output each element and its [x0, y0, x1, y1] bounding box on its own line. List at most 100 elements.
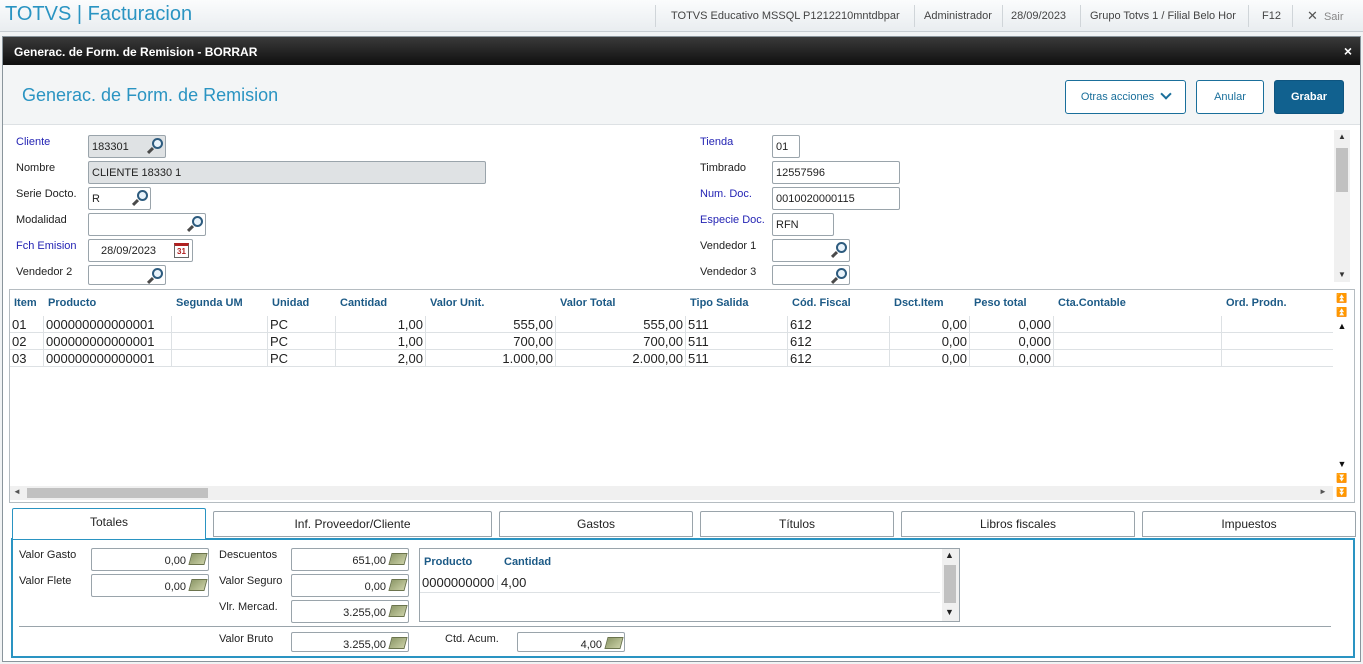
cell-peso-total[interactable]: 0,000 [970, 316, 1054, 333]
column-header[interactable]: Cta.Contable [1058, 297, 1126, 309]
column-header[interactable]: Producto [424, 556, 472, 568]
cell-cantidad[interactable]: 2,00 [336, 350, 426, 367]
branch-label[interactable]: Grupo Totvs 1 / Filial Belo Hor [1090, 9, 1236, 23]
grid-hscrollbar[interactable]: ◄ ► [10, 486, 1333, 500]
num-doc-field[interactable]: 0010020000115 [772, 187, 900, 210]
scroll-right-icon[interactable]: ► [1319, 487, 1327, 496]
scroll-up-icon[interactable]: ▲ [1336, 320, 1348, 332]
vlr-mercad-field[interactable]: 3.255,00 [291, 600, 409, 623]
search-icon[interactable] [146, 267, 164, 285]
scroll-down-icon[interactable]: ▼ [945, 607, 954, 617]
cell-cta-contable[interactable] [1054, 316, 1222, 333]
cell-cta-contable[interactable] [1054, 350, 1222, 367]
save-button[interactable]: Grabar [1274, 80, 1344, 114]
search-icon[interactable] [186, 215, 204, 233]
tab-inf-proveedor-cliente[interactable]: Inf. Proveedor/Cliente [213, 511, 492, 537]
cell-cod-fiscal[interactable]: 612 [788, 350, 890, 367]
cell-ord-prodn[interactable] [1222, 350, 1333, 367]
cell-tipo-salida[interactable]: 511 [686, 316, 788, 333]
column-header[interactable]: Valor Unit. [430, 297, 484, 309]
cell-dsct-item[interactable]: 0,00 [890, 316, 970, 333]
valor-bruto-field[interactable]: 3.255,00 [291, 632, 409, 652]
tienda-field[interactable]: 01 [772, 135, 800, 158]
cell-cantidad[interactable]: 1,00 [336, 316, 426, 333]
cell-valor-unit[interactable]: 700,00 [426, 333, 556, 350]
column-header[interactable]: Cantidad [340, 297, 387, 309]
cell-tipo-salida[interactable]: 511 [686, 333, 788, 350]
scroll-down-icon[interactable]: ▼ [1338, 270, 1346, 279]
scroll-down-icon[interactable]: ▼ [1336, 458, 1348, 470]
tab-titulos[interactable]: Títulos [700, 511, 894, 537]
cell-item[interactable]: 02 [10, 333, 44, 350]
ctd-acum-field[interactable]: 4,00 [517, 632, 625, 652]
search-icon[interactable] [830, 267, 848, 285]
cell-cantidad[interactable]: 4,00 [501, 575, 526, 590]
cell-segunda-um[interactable] [172, 316, 268, 333]
cell-valor-unit[interactable]: 555,00 [426, 316, 556, 333]
search-icon[interactable] [146, 137, 164, 155]
cell-valor-total[interactable]: 2.000,00 [556, 350, 686, 367]
cell-producto[interactable]: 000000000000001 [44, 333, 172, 350]
cell-producto[interactable]: 000000000000001 [44, 316, 172, 333]
column-header[interactable]: Cantidad [504, 556, 551, 568]
descuentos-field[interactable]: 651,00 [291, 548, 409, 571]
cell-segunda-um[interactable] [172, 333, 268, 350]
cell-item[interactable]: 01 [10, 316, 44, 333]
tab-gastos[interactable]: Gastos [499, 511, 693, 537]
cell-unidad[interactable]: PC [268, 333, 336, 350]
other-actions-button[interactable]: Otras acciones [1065, 80, 1186, 114]
column-header[interactable]: Ord. Prodn. [1226, 297, 1287, 309]
cancel-button[interactable]: Anular [1196, 80, 1264, 114]
scroll-thumb[interactable] [27, 488, 208, 498]
scroll-thumb[interactable] [1336, 148, 1348, 192]
cell-ord-prodn[interactable] [1222, 316, 1333, 333]
calendar-icon[interactable]: 31 [174, 243, 189, 258]
tab-libros-fiscales[interactable]: Libros fiscales [901, 511, 1135, 537]
cell-producto[interactable]: 0000000000 [422, 575, 498, 590]
scroll-left-icon[interactable]: ◄ [13, 487, 21, 496]
timbrado-field[interactable]: 12557596 [772, 161, 900, 184]
table-row[interactable]: 01 000000000000001 PC 1,00 555,00 555,00… [10, 316, 1333, 333]
column-header[interactable]: Segunda UM [176, 297, 243, 309]
cell-dsct-item[interactable]: 0,00 [890, 350, 970, 367]
cell-valor-total[interactable]: 700,00 [556, 333, 686, 350]
column-header[interactable]: Cód. Fiscal [792, 297, 851, 309]
especie-doc-field[interactable]: RFN [772, 213, 834, 236]
cell-valor-unit[interactable]: 1.000,00 [426, 350, 556, 367]
cell-cantidad[interactable]: 1,00 [336, 333, 426, 350]
column-header[interactable]: Unidad [272, 297, 309, 309]
cell-cod-fiscal[interactable]: 612 [788, 316, 890, 333]
table-row[interactable]: 0000000000 4,00 [420, 574, 940, 593]
cell-valor-total[interactable]: 555,00 [556, 316, 686, 333]
form-scrollbar[interactable]: ▲ ▼ [1334, 130, 1350, 282]
page-down-icon[interactable]: ⏬ [1336, 472, 1348, 484]
cell-segunda-um[interactable] [172, 350, 268, 367]
cell-ord-prodn[interactable] [1222, 333, 1333, 350]
page-up-icon[interactable]: ⏫ [1336, 306, 1348, 318]
column-header[interactable]: Valor Total [560, 297, 615, 309]
table-row[interactable]: 02 000000000000001 PC 1,00 700,00 700,00… [10, 333, 1333, 350]
valor-gasto-field[interactable]: 0,00 [91, 548, 209, 571]
column-header[interactable]: Peso total [974, 297, 1027, 309]
cell-cta-contable[interactable] [1054, 333, 1222, 350]
column-header[interactable]: Tipo Salida [690, 297, 748, 309]
cell-dsct-item[interactable]: 0,00 [890, 333, 970, 350]
search-icon[interactable] [131, 189, 149, 207]
table-row[interactable]: 03 000000000000001 PC 2,00 1.000,00 2.00… [10, 350, 1333, 367]
column-header[interactable]: Producto [48, 297, 96, 309]
shortcut-f12[interactable]: F12 [1262, 9, 1281, 23]
cell-producto[interactable]: 000000000000001 [44, 350, 172, 367]
scroll-top-icon[interactable]: ⏫ [1336, 292, 1348, 304]
user-label[interactable]: Administrador [924, 9, 992, 23]
tab-totales[interactable]: Totales [12, 508, 206, 539]
cell-item[interactable]: 03 [10, 350, 44, 367]
scroll-up-icon[interactable]: ▲ [945, 550, 954, 560]
scroll-thumb[interactable] [944, 565, 956, 603]
column-header[interactable]: Item [14, 297, 37, 309]
scroll-up-icon[interactable]: ▲ [1338, 132, 1346, 141]
valor-seguro-field[interactable]: 0,00 [291, 574, 409, 597]
exit-button[interactable]: ✕ Sair [1307, 9, 1344, 24]
search-icon[interactable] [830, 241, 848, 259]
valor-flete-field[interactable]: 0,00 [91, 574, 209, 597]
cell-peso-total[interactable]: 0,000 [970, 333, 1054, 350]
